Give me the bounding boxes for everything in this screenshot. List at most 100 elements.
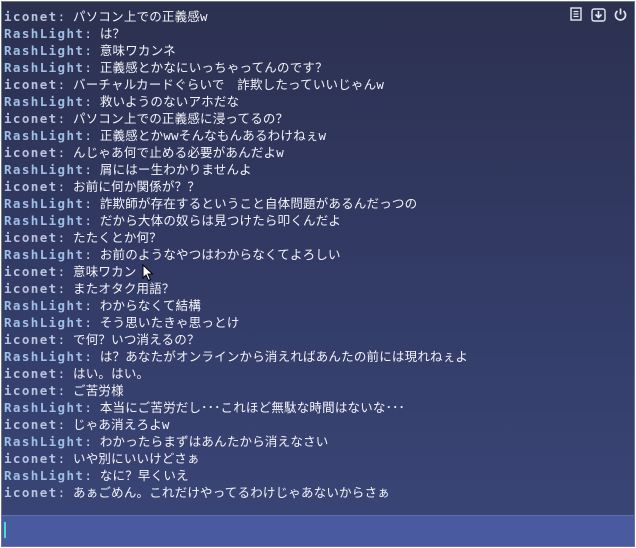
speaker-name: RashLight bbox=[4, 162, 85, 177]
speaker-name: RashLight bbox=[4, 434, 85, 449]
chat-line: iconet: パソコン上での正義感w bbox=[4, 8, 630, 25]
chat-line: RashLight: 意味ワカンネ bbox=[4, 42, 630, 59]
chat-line: RashLight: 屑にはー生わかりませんよ bbox=[4, 161, 630, 178]
message-text: 本当にご苦労だし･･･これほど無駄な時間はないな･･･ bbox=[99, 400, 405, 415]
speaker-name: RashLight bbox=[4, 43, 85, 58]
chat-line: iconet: いや別にいいけどさぁ bbox=[4, 450, 630, 467]
speaker-name: RashLight bbox=[4, 128, 85, 143]
message-text: ご苦労様 bbox=[73, 383, 124, 398]
message-text: 屑にはー生わかりませんよ bbox=[99, 162, 252, 177]
message-text: は？あなたがオンラインから消えればあんたの前には現れねぇよ bbox=[99, 349, 469, 364]
chat-line: iconet: で何？いつ消えるの？ bbox=[4, 331, 630, 348]
chat-line: iconet: パソコン上での正義感に浸ってるの？ bbox=[4, 110, 630, 127]
speaker-separator: : bbox=[84, 43, 93, 58]
chat-line: iconet: んじゃあ何で止める必要があんだよw bbox=[4, 144, 630, 161]
speaker-separator: : bbox=[57, 145, 66, 160]
text-caret bbox=[4, 522, 6, 538]
mouse-pointer-icon bbox=[142, 263, 154, 286]
speaker-separator: : bbox=[57, 77, 66, 92]
message-text: お前に何か関係が？？ bbox=[73, 179, 201, 194]
speaker-separator: : bbox=[84, 315, 93, 330]
message-text: お前のようなやつはわからなくてよろしい bbox=[99, 247, 341, 262]
message-text: 意味ワカンネ bbox=[99, 43, 176, 58]
speaker-name: iconet bbox=[4, 179, 58, 194]
speaker-name: iconet bbox=[4, 366, 58, 381]
speaker-name: iconet bbox=[4, 145, 58, 160]
chat-line: RashLight: 本当にご苦労だし･･･これほど無駄な時間はないな･･･ bbox=[4, 399, 630, 416]
speaker-name: RashLight bbox=[4, 60, 85, 75]
speaker-separator: : bbox=[84, 213, 93, 228]
message-text: 詐欺師が存在するということ自体問題があるんだっつの bbox=[99, 196, 418, 211]
speaker-name: iconet bbox=[4, 77, 58, 92]
chat-line: RashLight: 詐欺師が存在するということ自体問題があるんだっつの bbox=[4, 195, 630, 212]
speaker-separator: : bbox=[84, 128, 93, 143]
speaker-name: iconet bbox=[4, 451, 58, 466]
message-text: だから大体の奴らは見つけたら叩くんだよ bbox=[99, 213, 342, 228]
chat-line: iconet: じゃあ消えろよw bbox=[4, 416, 630, 433]
message-text: わかったらまずはあんたから消えなさい bbox=[99, 434, 329, 449]
speaker-name: iconet bbox=[4, 230, 58, 245]
chat-line: RashLight: なに？早くいえ bbox=[4, 467, 630, 484]
speaker-name: RashLight bbox=[4, 247, 85, 262]
chat-line: RashLight: 正義感とかなにいっちゃってんのです？ bbox=[4, 59, 630, 76]
chat-line: RashLight: わからなくて結構 bbox=[4, 297, 630, 314]
message-text: で何？いつ消えるの？ bbox=[73, 332, 200, 347]
speaker-name: RashLight bbox=[4, 26, 85, 41]
chat-line: RashLight: は？あなたがオンラインから消えればあんたの前には現れねぇよ bbox=[4, 348, 630, 365]
speaker-separator: : bbox=[57, 332, 66, 347]
chat-line: RashLight: だから大体の奴らは見つけたら叩くんだよ bbox=[4, 212, 630, 229]
speaker-separator: : bbox=[57, 451, 66, 466]
speaker-separator: : bbox=[57, 179, 66, 194]
message-text: パソコン上での正義感w bbox=[73, 9, 208, 24]
chat-line: iconet: たたくとか何？ bbox=[4, 229, 630, 246]
message-text: 救いようのないアホだな bbox=[99, 94, 240, 109]
speaker-name: RashLight bbox=[4, 315, 85, 330]
chat-line: iconet: あぁごめん。これだけやってるわけじゃあないからさぁ bbox=[4, 484, 630, 501]
speaker-name: iconet bbox=[4, 485, 58, 500]
message-text: あぁごめん。これだけやってるわけじゃあないからさぁ bbox=[73, 485, 390, 500]
message-text: たたくとか何？ bbox=[73, 230, 162, 245]
chat-line: RashLight: 救いようのないアホだな bbox=[4, 93, 630, 110]
speaker-name: RashLight bbox=[4, 213, 85, 228]
speaker-name: iconet bbox=[4, 332, 58, 347]
speaker-separator: : bbox=[57, 264, 66, 279]
speaker-separator: : bbox=[57, 417, 66, 432]
message-text: は？ bbox=[99, 26, 126, 41]
speaker-separator: : bbox=[84, 60, 93, 75]
speaker-name: iconet bbox=[4, 9, 58, 24]
speaker-name: RashLight bbox=[4, 349, 85, 364]
message-text: 正義感とかwwそんなもんあるわけねぇw bbox=[99, 128, 327, 143]
chat-line: iconet: またオタク用語？ bbox=[4, 280, 630, 297]
speaker-name: RashLight bbox=[4, 468, 85, 483]
speaker-separator: : bbox=[84, 434, 93, 449]
speaker-separator: : bbox=[84, 349, 93, 364]
speaker-separator: : bbox=[57, 9, 66, 24]
message-text: またオタク用語？ bbox=[73, 281, 175, 296]
speaker-name: RashLight bbox=[4, 298, 85, 313]
chat-line: iconet: ご苦労様 bbox=[4, 382, 630, 399]
speaker-separator: : bbox=[84, 196, 93, 211]
chat-line: iconet: 意味ワカン bbox=[4, 263, 630, 280]
chat-line: RashLight: そう思いたきゃ思っとけ bbox=[4, 314, 630, 331]
speaker-separator: : bbox=[84, 400, 93, 415]
message-text: バーチャルカードぐらいで 詐欺したっていいじゃんw bbox=[73, 77, 385, 92]
speaker-separator: : bbox=[84, 94, 93, 109]
chat-line: RashLight: 正義感とかwwそんなもんあるわけねぇw bbox=[4, 127, 630, 144]
chat-input[interactable] bbox=[2, 515, 634, 546]
chat-window: iconet: パソコン上での正義感w RashLight: は？ RashLigh… bbox=[1, 1, 635, 547]
message-text: 意味ワカン bbox=[73, 264, 137, 279]
speaker-separator: : bbox=[57, 281, 66, 296]
speaker-name: RashLight bbox=[4, 94, 85, 109]
speaker-separator: : bbox=[57, 383, 66, 398]
chat-line: iconet: バーチャルカードぐらいで 詐欺したっていいじゃんw bbox=[4, 76, 630, 93]
speaker-separator: : bbox=[84, 26, 93, 41]
message-text: わからなくて結構 bbox=[99, 298, 202, 313]
message-text: じゃあ消えろよw bbox=[73, 417, 170, 432]
message-text: はい。はい。 bbox=[73, 366, 150, 381]
speaker-name: RashLight bbox=[4, 400, 85, 415]
chat-line: RashLight: わかったらまずはあんたから消えなさい bbox=[4, 433, 630, 450]
message-text: 正義感とかなにいっちゃってんのです？ bbox=[99, 60, 328, 75]
message-text: なに？早くいえ bbox=[99, 468, 189, 483]
message-text: いや別にいいけどさぁ bbox=[73, 451, 200, 466]
chat-line: RashLight: は？ bbox=[4, 25, 630, 42]
